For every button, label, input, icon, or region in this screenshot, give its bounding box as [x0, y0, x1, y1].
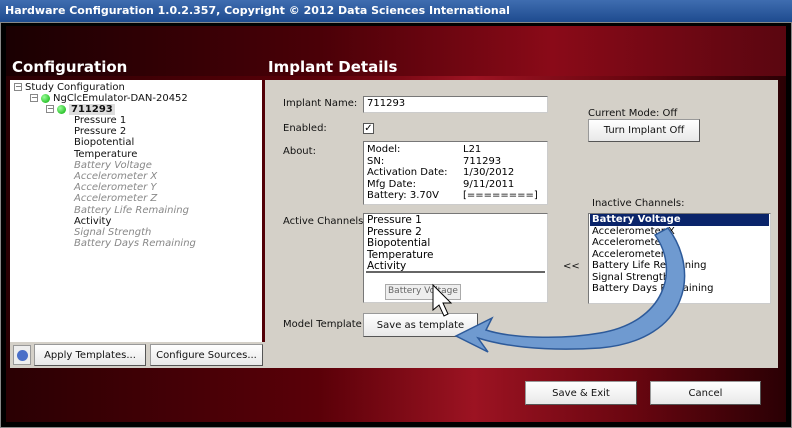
save-exit-button[interactable]: Save & Exit [525, 381, 637, 405]
cancel-button[interactable]: Cancel [650, 381, 761, 405]
drag-arrow-icon [432, 227, 686, 353]
cursor-icon [432, 283, 453, 317]
